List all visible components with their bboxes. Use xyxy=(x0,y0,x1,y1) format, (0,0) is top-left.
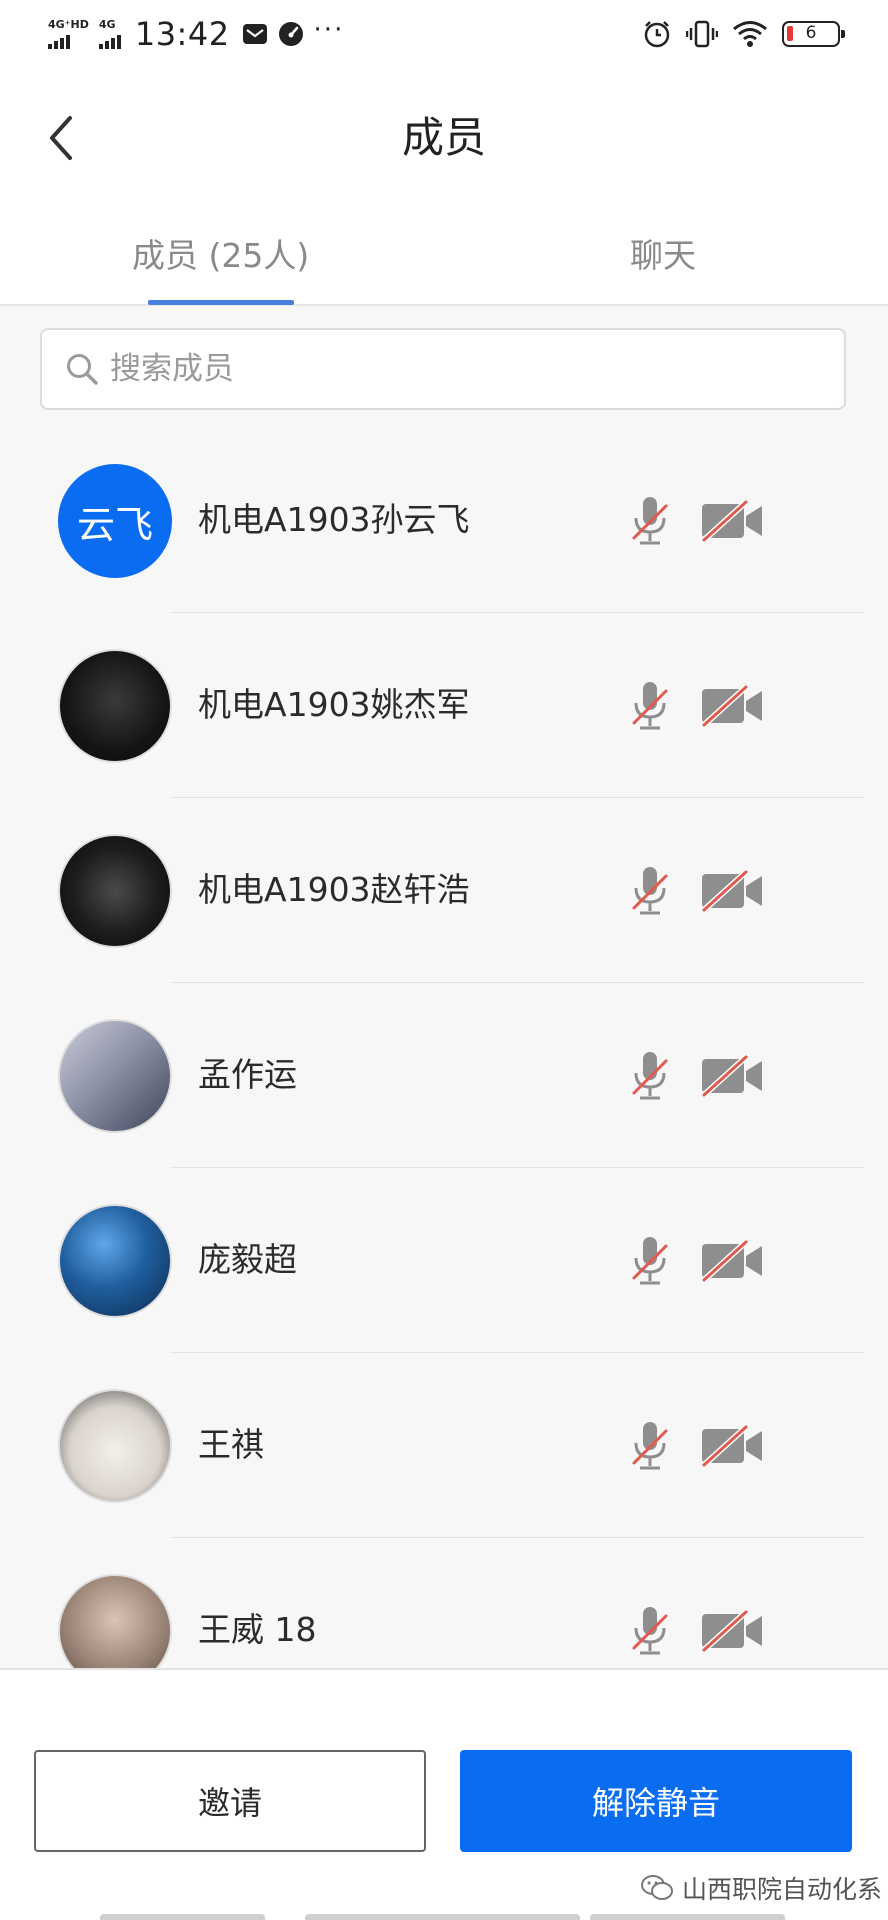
search-box[interactable] xyxy=(40,328,846,410)
nav-bar-segment xyxy=(100,1914,265,1920)
avatar xyxy=(58,649,172,763)
mic-muted-icon[interactable] xyxy=(628,864,672,918)
search-input[interactable] xyxy=(110,351,810,387)
vibrate-icon xyxy=(686,20,718,48)
tab-chat[interactable]: 聊天 xyxy=(630,233,696,279)
speedometer-icon xyxy=(278,22,303,46)
member-row[interactable]: 孟作运 xyxy=(0,983,888,1168)
wifi-icon xyxy=(733,21,767,47)
member-name: 孟作运 xyxy=(198,1055,297,1094)
tab-members[interactable]: 成员 (25人) xyxy=(132,233,309,279)
network-label-2: 4G xyxy=(98,18,116,31)
avatar xyxy=(58,1389,172,1503)
avatar: 云飞 xyxy=(58,464,172,578)
member-name: 机电A1903赵轩浩 xyxy=(198,870,470,909)
camera-off-icon[interactable] xyxy=(700,500,766,542)
battery-percent: 6 xyxy=(805,23,817,43)
header: 成员 xyxy=(0,70,888,205)
status-right: 6 xyxy=(642,16,845,52)
member-row[interactable]: 机电A1903姚杰军 xyxy=(0,613,888,798)
member-panel: 云飞机电A1903孙云飞机电A1903姚杰军机电A1903赵轩浩孟作运庞毅超王祺… xyxy=(0,306,888,1668)
page-title: 成员 xyxy=(401,113,486,162)
mic-muted-icon[interactable] xyxy=(628,679,672,733)
member-row[interactable]: 王祺 xyxy=(0,1353,888,1538)
mic-muted-icon[interactable] xyxy=(628,1419,672,1473)
status-left: 4G⁺HD 4G 13:42 ··· xyxy=(48,14,344,54)
status-time: 13:42 xyxy=(134,15,230,53)
camera-off-icon[interactable] xyxy=(700,1240,766,1282)
camera-off-icon[interactable] xyxy=(700,685,766,727)
watermark-text: 山西职院自动化系 xyxy=(682,1875,883,1904)
member-row[interactable]: 机电A1903赵轩浩 xyxy=(0,798,888,983)
member-name: 机电A1903孙云飞 xyxy=(198,500,470,539)
invite-button[interactable]: 邀请 xyxy=(34,1750,426,1852)
signal-bars-icon xyxy=(48,33,70,49)
member-list: 云飞 机电A1903孙云飞 机电A1903姚杰军 机电A1903赵轩浩 孟作运 庞毅超 王祺… xyxy=(0,428,888,1668)
member-row[interactable]: 王威 18 xyxy=(0,1538,888,1668)
mail-icon xyxy=(242,24,267,44)
nav-bar-segment xyxy=(590,1914,785,1920)
camera-off-icon[interactable] xyxy=(700,1055,766,1097)
watermark: 山西职院自动化系 xyxy=(640,1870,882,1906)
network-label-1: 4G⁺HD xyxy=(48,18,89,31)
signal-bars-icon xyxy=(98,33,121,49)
tab-indicator xyxy=(148,300,294,305)
wechat-logo-icon xyxy=(641,1875,673,1900)
member-name: 机电A1903姚杰军 xyxy=(198,685,470,724)
camera-off-icon[interactable] xyxy=(700,1425,766,1467)
avatar xyxy=(58,1574,172,1668)
tab-bar: 成员 (25人) 聊天 xyxy=(0,205,888,306)
avatar xyxy=(58,1019,172,1133)
avatar xyxy=(58,834,172,948)
more-notifications-icon: ··· xyxy=(313,15,345,45)
mic-muted-icon[interactable] xyxy=(628,1234,672,1288)
member-name: 王祺 xyxy=(198,1425,264,1464)
member-row[interactable]: 庞毅超 xyxy=(0,1168,888,1353)
member-name: 庞毅超 xyxy=(198,1240,297,1279)
avatar xyxy=(58,1204,172,1318)
alarm-icon xyxy=(644,21,670,48)
signal-4g: 4G xyxy=(98,18,121,49)
screen: 4G⁺HD 4G 13:42 ··· 6 成员 成员 (25人) 聊天 搜索成员… xyxy=(0,0,888,1920)
member-name: 王威 18 xyxy=(198,1610,317,1649)
unmute-button[interactable]: 解除静音 xyxy=(460,1750,852,1852)
camera-off-icon[interactable] xyxy=(700,1610,766,1652)
nav-bar-segment xyxy=(305,1914,580,1920)
member-row[interactable]: 云飞 机电A1903孙云飞 xyxy=(0,428,888,613)
mic-muted-icon[interactable] xyxy=(628,1604,672,1658)
mic-muted-icon[interactable] xyxy=(628,494,672,548)
status-bar: 4G⁺HD 4G 13:42 ··· 6 xyxy=(0,0,888,70)
search-icon xyxy=(67,354,98,385)
mic-muted-icon[interactable] xyxy=(628,1049,672,1103)
battery-icon: 6 xyxy=(782,21,845,47)
footer: 邀请 解除静音 山西职院自动化系 xyxy=(0,1668,888,1920)
signal-4g-hd: 4G⁺HD xyxy=(48,19,89,49)
camera-off-icon[interactable] xyxy=(700,870,766,912)
